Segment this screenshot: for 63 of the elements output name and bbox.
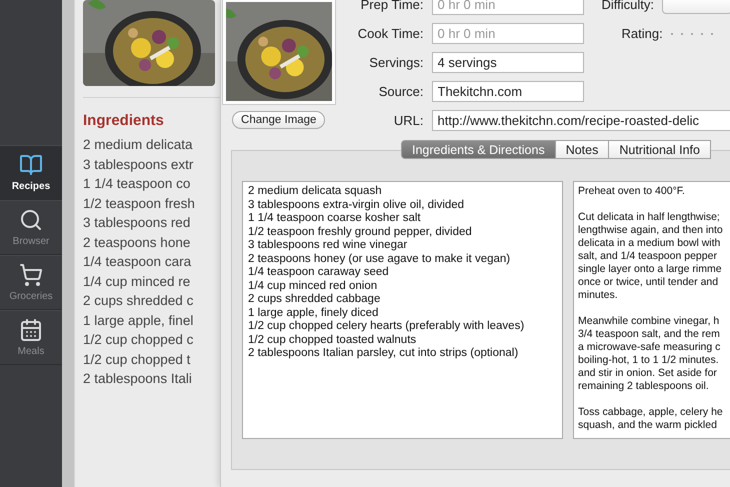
ingredient-line: 2 tablespoons Itali — [83, 370, 192, 388]
direction-line: Meanwhile combine vinegar, h — [578, 315, 720, 328]
ingredient-line: 1/2 cup chopped celery hearts (preferably with leaves) — [248, 320, 526, 334]
ingredient-line: 2 teaspoons hone — [83, 234, 190, 252]
ingredient-line: 1/4 teaspoon caraway seed — [248, 266, 390, 280]
ingredient-line: 1 large apple, finel — [83, 312, 194, 330]
directions-text-area[interactable] — [573, 181, 730, 439]
direction-line: and stir in onion. Set aside for — [578, 367, 717, 380]
input-field[interactable]: http://www.thekitchn.com/recipe-roasted-delic — [432, 110, 730, 131]
ingredient-line: 2 cups shredded c — [83, 292, 194, 310]
book-icon — [19, 153, 43, 177]
ingredient-line: 1/4 cup minced re — [83, 272, 190, 291]
input-field[interactable]: 4 servings — [432, 52, 584, 73]
field-label: URL: — [392, 113, 424, 128]
direction-line: 3/4 teaspoon salt, and the rem — [578, 328, 720, 341]
direction-line: squash, and the warm pickled — [578, 419, 717, 432]
tab[interactable]: Ingredients & Directions — [401, 140, 556, 159]
ingredient-line: 1 1/4 teaspoon coarse kosher salt — [248, 212, 422, 226]
input-field[interactable]: 0 hr 0 min — [432, 23, 584, 44]
tab[interactable]: Nutritional Info — [609, 140, 711, 159]
ingredient-line: 1/2 cup chopped t — [83, 350, 190, 369]
ingredients-text-area[interactable] — [242, 181, 563, 439]
ingredient-line: 3 tablespoons red wine vinegar — [248, 239, 408, 252]
ingredient-line: 1 large apple, finely diced — [248, 306, 380, 320]
ingredient-line: 3 tablespoons extra-virgin olive oil, divided — [248, 198, 466, 212]
ingredient-line: 3 tablespoons extr — [83, 156, 194, 174]
field-label: Source: — [378, 84, 424, 99]
ingredient-line: 1/2 cup chopped c — [83, 331, 194, 349]
direction-line: Toss cabbage, apple, celery he — [578, 406, 723, 419]
sidebar-item[interactable]: Recipes — [0, 145, 62, 200]
ingredient-line: 2 cups shredded cabbage — [248, 293, 382, 306]
search-icon — [19, 208, 43, 232]
direction-line: delicata in a medium bowl with — [578, 237, 720, 250]
direction-line: remaining 2 tablespoons oil. — [578, 380, 709, 393]
direction-line: salt, and 1/4 teaspoon pepper — [578, 250, 717, 263]
ingredient-line: 2 medium delicata squash — [248, 185, 383, 198]
direction-line: a microwave-safe measuring c — [578, 341, 720, 354]
ingredient-line: 1/4 teaspoon cara — [83, 253, 192, 271]
tab[interactable]: Notes — [556, 140, 610, 159]
field-label: Cook Time: — [356, 26, 424, 41]
ingredient-line: 2 medium delicata — [83, 136, 193, 154]
section-heading: Ingredients — [83, 112, 164, 129]
input-field[interactable]: Thekitchn.com — [432, 81, 584, 102]
direction-line: once or twice, until tender and — [578, 276, 718, 289]
ingredient-line: 1/2 cup chopped toasted walnuts — [248, 334, 418, 347]
direction-line: lengthwise again, and then into — [578, 224, 723, 237]
direction-line: single layer onto a large rimme — [578, 263, 722, 276]
ingredient-line: 2 tablespoons Italian parsley, cut into strips (optional) — [248, 347, 520, 360]
ingredient-line: 2 teaspoons honey (or use agave to make it vegan) — [248, 252, 512, 266]
calendar-icon — [19, 318, 43, 342]
field-label: Servings: — [368, 55, 424, 70]
direction-line: boiling-hot, 1 to 1 1/2 minutes. — [578, 354, 719, 367]
ingredient-line: 1/4 cup minced red onion — [248, 280, 378, 293]
cart-icon — [19, 263, 43, 287]
direction-line: Cut delicata in half lengthwise; — [578, 211, 720, 224]
ingredient-line: 1 1/4 teaspoon co — [83, 175, 190, 193]
field-label: Rating: — [622, 26, 663, 41]
change-image-button[interactable]: Change Image — [232, 111, 326, 129]
ingredient-line: 1/2 teaspoon fresh — [83, 194, 195, 213]
direction-line: Preheat oven to 400°F. — [578, 185, 685, 198]
ingredient-line: 3 tablespoons red — [83, 214, 190, 232]
ingredient-line: 1/2 teaspoon freshly ground pepper, divided — [248, 226, 473, 239]
direction-line: minutes. — [578, 289, 618, 302]
